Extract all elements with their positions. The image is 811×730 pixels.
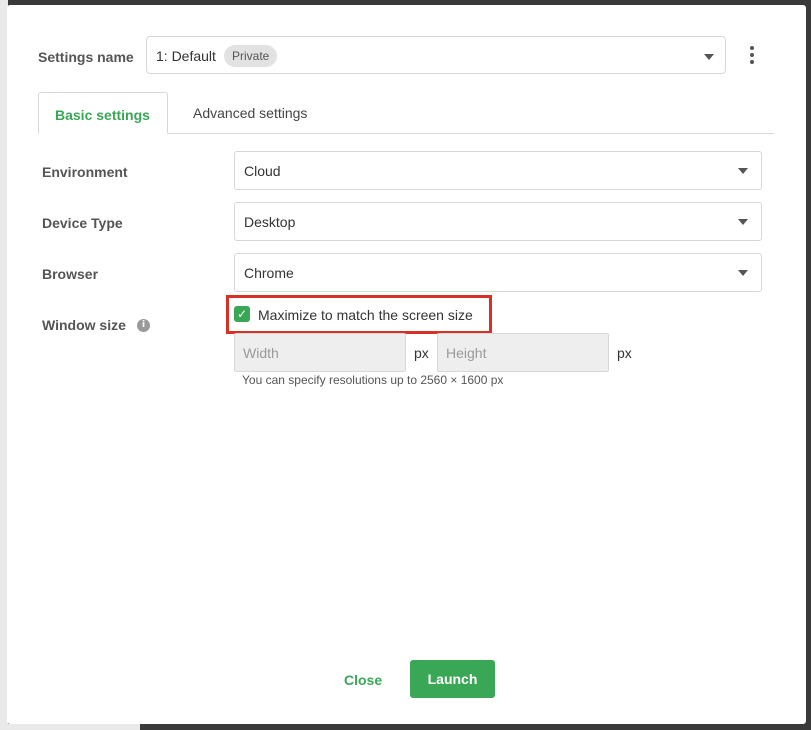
height-placeholder: Height: [446, 345, 487, 361]
settings-dialog: Settings name 1: Default Private Basic s…: [7, 5, 806, 724]
height-unit: px: [617, 345, 632, 361]
background-panel-bottom: [0, 724, 140, 730]
environment-value: Cloud: [244, 163, 281, 179]
settings-name-select[interactable]: 1: Default Private: [146, 36, 726, 74]
private-badge: Private: [224, 45, 278, 67]
width-placeholder: Width: [243, 345, 279, 361]
device-type-label: Device Type: [42, 215, 123, 231]
settings-name-label: Settings name: [38, 49, 134, 65]
browser-value: Chrome: [244, 265, 294, 281]
device-type-select[interactable]: Desktop: [234, 202, 762, 241]
tab-basic-settings-label: Basic settings: [55, 107, 150, 123]
chevron-down-icon: [704, 54, 714, 60]
chevron-down-icon: [738, 168, 748, 174]
device-type-value: Desktop: [244, 214, 296, 230]
chevron-down-icon: [738, 219, 748, 225]
maximize-checkbox[interactable]: ✓: [234, 306, 250, 322]
browser-label: Browser: [42, 266, 99, 282]
maximize-label[interactable]: Maximize to match the screen size: [258, 307, 473, 323]
chevron-down-icon: [738, 270, 748, 276]
height-input[interactable]: Height: [437, 333, 609, 372]
width-unit: px: [414, 345, 429, 361]
kebab-menu-icon[interactable]: [745, 43, 759, 67]
width-input[interactable]: Width: [234, 333, 406, 372]
browser-select[interactable]: Chrome: [234, 253, 762, 292]
settings-name-value: 1: Default: [156, 48, 216, 64]
tab-basic-settings[interactable]: Basic settings: [38, 92, 168, 134]
close-button[interactable]: Close: [344, 672, 382, 688]
environment-select[interactable]: Cloud: [234, 151, 762, 190]
resolution-hint: You can specify resolutions up to 2560 ×…: [242, 373, 504, 387]
launch-button[interactable]: Launch: [410, 660, 495, 698]
window-size-label: Window size: [42, 317, 126, 333]
info-icon[interactable]: i: [137, 319, 150, 332]
tab-advanced-settings[interactable]: Advanced settings: [193, 105, 307, 121]
environment-label: Environment: [42, 164, 128, 180]
